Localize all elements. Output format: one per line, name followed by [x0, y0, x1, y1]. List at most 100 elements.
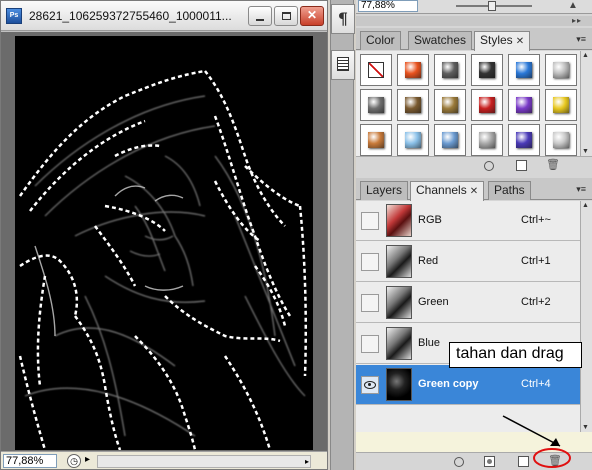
paragraph-panel-button[interactable]: ¶: [331, 4, 355, 34]
pattern-style-preview: [479, 132, 495, 148]
none-style-icon[interactable]: [360, 54, 392, 86]
visibility-toggle[interactable]: [361, 294, 379, 312]
channels-scrollbar[interactable]: ▲ ▼: [580, 201, 592, 432]
channel-row[interactable]: RGB Ctrl+~: [356, 201, 580, 241]
maximize-button[interactable]: [274, 6, 298, 26]
horizontal-scrollbar[interactable]: ▸: [97, 455, 311, 468]
status-menu-arrow-icon[interactable]: ▸: [85, 454, 90, 465]
styles-scrollbar[interactable]: ▲ ▼: [580, 51, 592, 156]
rainbow-style-preview: [516, 97, 532, 113]
purple-glass-style[interactable]: [508, 124, 540, 156]
tab-color[interactable]: Color: [360, 31, 401, 50]
light-gray-style[interactable]: [545, 54, 577, 86]
save-selection-icon[interactable]: [484, 456, 495, 467]
red-glass-style[interactable]: [471, 89, 503, 121]
channel-thumbnail: [386, 368, 412, 401]
panel-menu-icon[interactable]: ▾≡: [576, 34, 586, 45]
panel-menu-icon[interactable]: ▾≡: [576, 184, 586, 195]
channel-thumbnail: [386, 245, 412, 278]
minimize-icon: [256, 19, 264, 21]
visibility-toggle[interactable]: [361, 253, 379, 271]
channel-row[interactable]: Green copy Ctrl+4: [356, 365, 580, 405]
landscape-style-preview: [442, 132, 458, 148]
channels-panel: Layers Channels ✕ Paths ▾≡ RGB Ctrl+~ Red Ct…: [356, 178, 592, 470]
glow-orange-style[interactable]: [397, 54, 429, 86]
visibility-toggle[interactable]: [361, 212, 379, 230]
channels-empty-area: [356, 432, 592, 452]
document-titlebar[interactable]: Ps 28621_106259372755460_1000011... ✕: [1, 1, 327, 31]
dark-button-style-preview: [479, 62, 495, 78]
brass-style[interactable]: [434, 89, 466, 121]
scroll-up-icon[interactable]: ▲: [582, 202, 589, 209]
delete-channel-icon[interactable]: 🗑: [548, 455, 562, 468]
zoom-field[interactable]: 77,88%: [3, 454, 57, 468]
photoshop-icon: Ps: [6, 8, 22, 24]
maximize-icon: [282, 12, 291, 20]
channel-row[interactable]: Green Ctrl+2: [356, 283, 580, 323]
scroll-down-icon[interactable]: ▼: [582, 148, 589, 155]
scroll-up-icon[interactable]: ▲: [582, 52, 589, 59]
steel-style[interactable]: [360, 89, 392, 121]
purple-glass-style-preview: [516, 132, 532, 148]
styles-grid: [356, 51, 592, 156]
panel-group-header[interactable]: ▸▸: [356, 16, 592, 26]
tab-close-icon[interactable]: ✕: [516, 36, 524, 47]
gold-style[interactable]: [545, 89, 577, 121]
silver-style[interactable]: [545, 124, 577, 156]
channels-footer: 🗑: [356, 452, 592, 470]
blue-glass-style[interactable]: [508, 54, 540, 86]
channels-panel-tabs: Layers Channels ✕ Paths ▾≡: [356, 178, 592, 201]
silver-style-preview: [553, 132, 569, 148]
brass-style-preview: [442, 97, 458, 113]
channel-row[interactable]: Red Ctrl+1: [356, 242, 580, 282]
notes-icon: [337, 57, 349, 71]
navigator-strip: 77,88% ▲: [356, 0, 592, 14]
dark-button-style[interactable]: [471, 54, 503, 86]
blue-glass-style-preview: [516, 62, 532, 78]
copper-style-preview: [368, 132, 384, 148]
copper-style[interactable]: [360, 124, 392, 156]
navigator-zoom-field[interactable]: 77,88%: [358, 0, 418, 12]
close-button[interactable]: ✕: [300, 6, 324, 26]
status-info-icon[interactable]: ◷: [67, 454, 81, 468]
tab-swatches[interactable]: Swatches: [408, 31, 473, 50]
rainbow-style[interactable]: [508, 89, 540, 121]
eye-icon: [364, 381, 376, 389]
light-gray-style-preview: [553, 62, 569, 78]
channel-shortcut: Ctrl+~: [521, 214, 551, 226]
clear-style-icon[interactable]: [484, 161, 494, 171]
tab-channels[interactable]: Channels ✕: [410, 181, 485, 201]
load-selection-icon[interactable]: [454, 457, 464, 467]
canvas-area[interactable]: [1, 32, 327, 451]
pattern-style[interactable]: [471, 124, 503, 156]
channel-thumbnail: [386, 327, 412, 360]
tab-styles[interactable]: Styles ✕: [474, 31, 531, 51]
visibility-toggle[interactable]: [361, 335, 379, 353]
steel-style-preview: [368, 97, 384, 113]
tab-close-icon[interactable]: ✕: [470, 186, 478, 197]
new-channel-icon[interactable]: [518, 456, 529, 467]
navigator-slider-thumb[interactable]: [488, 1, 496, 11]
channel-name: Red: [418, 255, 439, 267]
gray-bevel-style-preview: [442, 62, 458, 78]
sky-style[interactable]: [397, 124, 429, 156]
tab-paths[interactable]: Paths: [488, 181, 531, 200]
landscape-style[interactable]: [434, 124, 466, 156]
new-style-icon[interactable]: [516, 160, 527, 171]
collapsed-dock: ¶: [330, 0, 355, 470]
image-canvas[interactable]: [15, 36, 313, 450]
scroll-down-icon[interactable]: ▼: [582, 424, 589, 431]
notes-panel-button[interactable]: [331, 50, 355, 80]
zoom-in-icon[interactable]: ▲: [568, 0, 578, 11]
panel-collapse-icon[interactable]: ▸▸: [572, 16, 582, 25]
bronze-style[interactable]: [397, 89, 429, 121]
minimize-button[interactable]: [248, 6, 272, 26]
scroll-right-icon[interactable]: ▸: [305, 456, 309, 467]
tab-styles-label: Styles: [480, 33, 513, 47]
visibility-toggle[interactable]: [361, 376, 379, 394]
gray-bevel-style[interactable]: [434, 54, 466, 86]
document-window: Ps 28621_106259372755460_1000011... ✕ 77…: [0, 0, 328, 470]
channels-list: RGB Ctrl+~ Red Ctrl+1 Green Ctrl+2 Blue Green c…: [356, 201, 580, 432]
tab-layers[interactable]: Layers: [360, 181, 409, 200]
trash-icon[interactable]: 🗑: [546, 159, 560, 172]
